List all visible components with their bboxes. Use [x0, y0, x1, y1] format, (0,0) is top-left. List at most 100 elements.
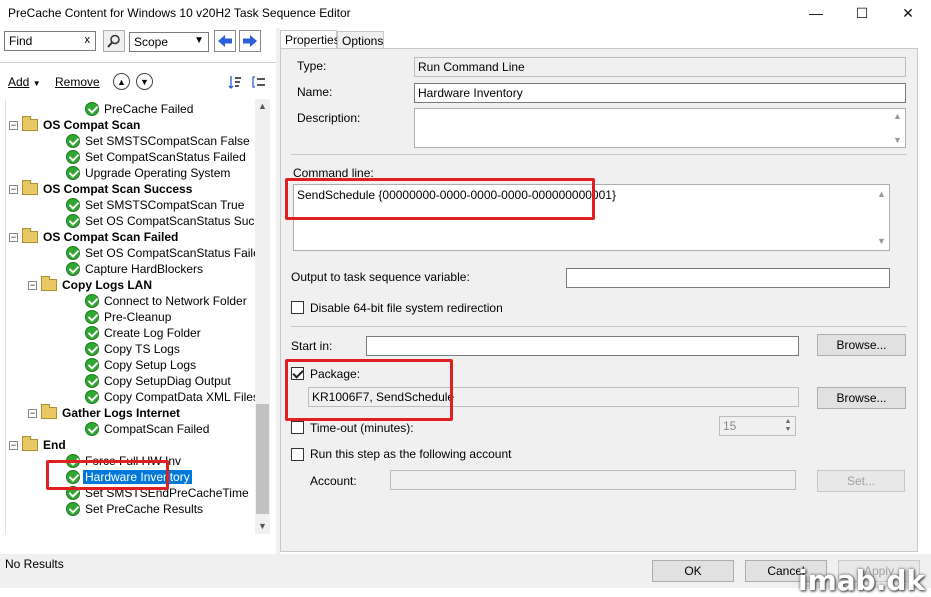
check-icon — [85, 358, 99, 372]
tree-step[interactable]: Set SMSTSCompatScan False — [66, 133, 252, 149]
clear-find-button[interactable]: x — [85, 34, 91, 46]
check-icon — [66, 246, 80, 260]
tree-step[interactable]: Copy Setup Logs — [85, 357, 198, 373]
tree-group[interactable]: − OS Compat Scan — [9, 116, 142, 133]
tree-item-label: Upgrade Operating System — [85, 166, 231, 180]
tree-step[interactable]: Pre-Cleanup — [85, 309, 173, 325]
collapse-toggle-icon[interactable]: − — [28, 408, 37, 418]
check-icon — [85, 102, 99, 116]
remove-button[interactable]: Remove — [55, 75, 100, 89]
chevron-down-icon: ▼ — [194, 35, 204, 46]
scroll-thumb[interactable] — [256, 404, 269, 514]
disable-64bit-label: Disable 64-bit file system redirection — [310, 301, 503, 315]
tree-group[interactable]: − OS Compat Scan Failed — [9, 228, 180, 245]
collapse-toggle-icon[interactable]: − — [9, 184, 18, 194]
find-previous-button[interactable] — [214, 30, 236, 52]
set-account-button[interactable]: Set... — [817, 470, 905, 492]
tree-item-label: Set CompatScanStatus Failed — [85, 150, 246, 164]
tree-step[interactable]: PreCache Failed — [85, 101, 195, 117]
start-in-label: Start in: — [291, 339, 333, 353]
collapse-toggle-icon[interactable]: − — [9, 440, 18, 450]
close-button[interactable]: ✕ — [885, 0, 931, 28]
tree-step[interactable]: Create Log Folder — [85, 325, 203, 341]
check-icon — [66, 166, 80, 180]
tree-group[interactable]: − Copy Logs LAN — [28, 276, 154, 293]
tree-step[interactable]: Copy CompatData XML Files — [85, 389, 255, 405]
tree-step[interactable]: Set SMSTSCompatScan True — [66, 197, 246, 213]
scope-select[interactable]: Scope ▼ — [129, 32, 209, 52]
tree-group[interactable]: − Gather Logs Internet — [28, 404, 182, 421]
tree-group[interactable]: − End — [9, 436, 68, 453]
tree-step[interactable]: CompatScan Failed — [85, 421, 211, 437]
tree-item-label: End — [43, 438, 66, 452]
tree-item-label: OS Compat Scan Failed — [43, 230, 179, 244]
arrow-right-icon — [243, 35, 257, 47]
tree-step[interactable]: Capture HardBlockers — [66, 261, 205, 277]
timeout-label: Time-out (minutes): — [310, 421, 414, 435]
search-icon — [107, 34, 120, 48]
arrow-left-icon — [218, 35, 232, 47]
tree-step[interactable]: Upgrade Operating System — [66, 165, 232, 181]
timeout-field: 15 ▲ ▼ — [719, 416, 796, 436]
tree-step[interactable]: Copy TS Logs — [85, 341, 182, 357]
highlight-annotation — [46, 460, 169, 490]
check-icon — [66, 150, 80, 164]
collapse-toggle-icon[interactable]: − — [9, 232, 18, 242]
scroll-down-icon[interactable]: ▼ — [255, 519, 270, 534]
tab-properties[interactable]: Properties — [280, 30, 340, 49]
sort-icon[interactable] — [228, 74, 242, 93]
properties-panel: Type: Run Command Line Name: Hardware In… — [280, 48, 918, 552]
tree-toolbar: Add ▼ Remove ▲ ▼ — [0, 70, 276, 94]
collapse-toggle-icon[interactable]: − — [9, 120, 18, 130]
tree-step[interactable]: Connect to Network Folder — [85, 293, 249, 309]
collapse-toggle-icon[interactable]: − — [28, 280, 37, 290]
command-line-scrollbar[interactable]: ▲ ▼ — [874, 185, 889, 250]
ok-button[interactable]: OK — [652, 560, 734, 582]
tree-item-label: Copy Logs LAN — [62, 278, 152, 292]
name-field[interactable]: Hardware Inventory — [414, 83, 906, 103]
timeout-checkbox[interactable] — [291, 421, 304, 434]
tree-item-label: Copy SetupDiag Output — [104, 374, 231, 388]
tree-item-label: Set OS CompatScanStatus Failed — [85, 246, 255, 260]
name-label: Name: — [297, 85, 333, 99]
description-field[interactable]: ▲ ▼ — [414, 108, 906, 148]
maximize-button[interactable]: ☐ — [839, 0, 885, 28]
tree-item-label: OS Compat Scan Success — [43, 182, 193, 196]
check-icon — [85, 342, 99, 356]
tree-step[interactable]: Set OS CompatScanStatus Failed — [66, 245, 255, 261]
check-icon — [66, 502, 80, 516]
tree-step[interactable]: Set PreCache Results — [66, 501, 205, 517]
disable-64bit-checkbox[interactable] — [291, 301, 304, 314]
tree-group[interactable]: − OS Compat Scan Success — [9, 180, 194, 197]
description-scrollbar[interactable]: ▲ ▼ — [890, 109, 905, 147]
folder-icon — [22, 436, 38, 451]
collapse-icon[interactable] — [251, 74, 267, 93]
tree-step[interactable]: Set OS CompatScanStatus Success — [66, 213, 255, 229]
find-input[interactable]: Find x — [4, 31, 96, 51]
move-up-button[interactable]: ▲ — [113, 73, 130, 90]
tree-item-label: Connect to Network Folder — [104, 294, 247, 308]
tree-step[interactable]: Set CompatScanStatus Failed — [66, 149, 248, 165]
browse-package-button[interactable]: Browse... — [817, 387, 906, 409]
timeout-value: 15 — [723, 419, 737, 433]
find-next-button[interactable] — [239, 30, 261, 52]
scroll-up-icon[interactable]: ▲ — [255, 99, 270, 114]
tree-step[interactable]: Copy SetupDiag Output — [85, 373, 233, 389]
minimize-button[interactable]: — — [793, 0, 839, 28]
tree-item-label: Copy TS Logs — [104, 342, 180, 356]
tree-scrollbar[interactable]: ▲ ▼ — [255, 99, 270, 534]
add-menu-button[interactable]: Add ▼ — [8, 75, 41, 89]
browse-start-in-button[interactable]: Browse... — [817, 334, 906, 356]
check-icon — [85, 422, 99, 436]
search-button[interactable] — [103, 30, 125, 52]
output-variable-field[interactable] — [566, 268, 890, 288]
tree-item-label: Set OS CompatScanStatus Success — [85, 214, 255, 228]
run-as-checkbox[interactable] — [291, 448, 304, 461]
highlight-annotation — [285, 359, 453, 421]
chevron-down-icon: ▼ — [32, 79, 41, 88]
move-down-button[interactable]: ▼ — [136, 73, 153, 90]
tree-item-label: Capture HardBlockers — [85, 262, 204, 276]
status-text: No Results — [5, 557, 64, 571]
start-in-field[interactable] — [366, 336, 799, 356]
status-bar: No Results OK Cancel Apply imab.dk — [0, 554, 931, 597]
